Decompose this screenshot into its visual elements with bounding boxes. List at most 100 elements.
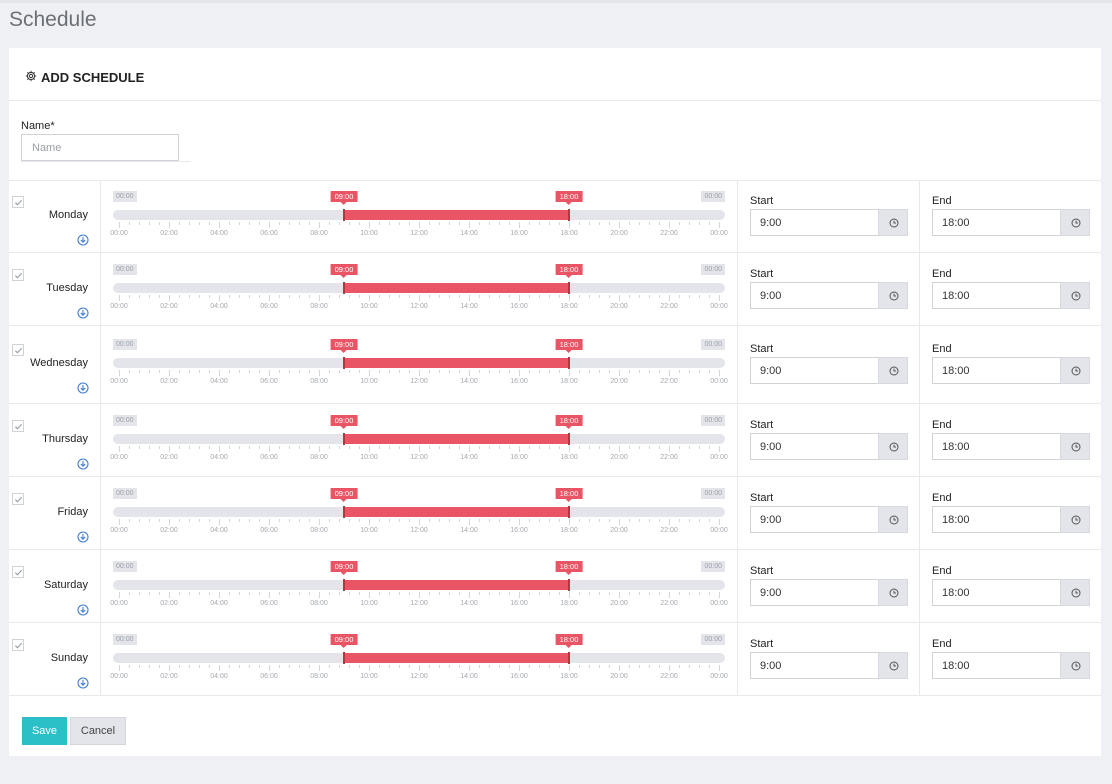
copy-down-icon[interactable] [77, 457, 89, 470]
axis-label: 08:00 [310, 600, 328, 607]
axis-tick [569, 592, 570, 598]
start-handle[interactable] [343, 506, 345, 518]
time-range-slider[interactable]: 00:00 00:00 09:00 18:00 00:00 02:00 04:00 06:00… [110, 634, 728, 686]
end-handle-label: 18:00 [555, 634, 583, 648]
column-divider [919, 477, 920, 549]
end-time-picker-button[interactable] [1060, 506, 1090, 533]
end-handle[interactable] [568, 282, 570, 294]
axis-tick [159, 370, 160, 373]
start-time-picker-button[interactable] [878, 282, 908, 309]
day-checkbox[interactable] [12, 566, 24, 578]
day-checkbox[interactable] [12, 639, 24, 651]
axis-tick [199, 592, 200, 595]
axis-tick [239, 222, 240, 225]
end-time-picker-button[interactable] [1060, 652, 1090, 679]
start-time-input[interactable] [750, 506, 878, 533]
axis-tick [599, 519, 600, 522]
end-handle[interactable] [568, 579, 570, 591]
end-handle[interactable] [568, 433, 570, 445]
end-time-picker-button[interactable] [1060, 282, 1090, 309]
end-time-picker-button[interactable] [1060, 357, 1090, 384]
end-time-picker-button[interactable] [1060, 579, 1090, 606]
start-time-picker-button[interactable] [878, 209, 908, 236]
end-time-input[interactable] [932, 209, 1060, 236]
copy-down-icon[interactable] [77, 676, 89, 689]
axis-tick [369, 370, 370, 376]
start-label: Start [750, 268, 774, 280]
end-time-input[interactable] [932, 579, 1060, 606]
end-handle[interactable] [568, 209, 570, 221]
axis-tick [559, 295, 560, 298]
start-handle[interactable] [343, 282, 345, 294]
start-handle[interactable] [343, 652, 345, 664]
save-button[interactable]: Save [22, 717, 67, 745]
start-time-picker-button[interactable] [878, 652, 908, 679]
start-handle[interactable] [343, 357, 345, 369]
name-input[interactable] [21, 134, 179, 161]
axis-tick [349, 295, 350, 298]
axis-tick [209, 222, 210, 225]
axis-tick [239, 295, 240, 298]
start-handle[interactable] [343, 209, 345, 221]
axis-tick [179, 592, 180, 595]
time-range-slider[interactable]: 00:00 00:00 09:00 18:00 00:00 02:00 04:00 06:00… [110, 191, 728, 243]
time-range-slider[interactable]: 00:00 00:00 09:00 18:00 00:00 02:00 04:00 06:00… [110, 339, 728, 391]
start-time-picker-button[interactable] [878, 433, 908, 460]
axis-tick [389, 295, 390, 298]
day-checkbox[interactable] [12, 493, 24, 505]
axis-label: 04:00 [210, 378, 228, 385]
end-time-input[interactable] [932, 357, 1060, 384]
start-time-input[interactable] [750, 282, 878, 309]
end-handle[interactable] [568, 506, 570, 518]
start-time-input[interactable] [750, 652, 878, 679]
start-time-picker-button[interactable] [878, 506, 908, 533]
time-range-slider[interactable]: 00:00 00:00 09:00 18:00 00:00 02:00 04:00 06:00… [110, 264, 728, 316]
axis-tick [349, 665, 350, 668]
axis-tick [329, 446, 330, 449]
axis-tick [419, 592, 420, 598]
axis-tick [609, 592, 610, 595]
start-handle[interactable] [343, 579, 345, 591]
end-time-picker-button[interactable] [1060, 433, 1090, 460]
copy-down-icon[interactable] [77, 530, 89, 543]
start-time-picker-button[interactable] [878, 579, 908, 606]
end-time-picker-button[interactable] [1060, 209, 1090, 236]
start-time-input[interactable] [750, 579, 878, 606]
copy-down-icon[interactable] [77, 381, 89, 394]
axis-tick [489, 665, 490, 668]
start-time-picker-button[interactable] [878, 357, 908, 384]
axis-tick [699, 519, 700, 522]
axis-tick [319, 222, 320, 228]
axis-tick [289, 222, 290, 225]
copy-down-icon[interactable] [77, 233, 89, 246]
day-checkbox[interactable] [12, 196, 24, 208]
axis-tick [579, 519, 580, 522]
axis-label: 14:00 [460, 303, 478, 310]
end-handle[interactable] [568, 357, 570, 369]
day-checkbox[interactable] [12, 269, 24, 281]
end-time-input[interactable] [932, 282, 1060, 309]
day-checkbox[interactable] [12, 344, 24, 356]
start-handle[interactable] [343, 433, 345, 445]
time-range-slider[interactable]: 00:00 00:00 09:00 18:00 00:00 02:00 04:00 06:00… [110, 488, 728, 540]
axis-tick [619, 592, 620, 598]
axis-tick [569, 370, 570, 376]
axis-tick [509, 370, 510, 373]
end-time-input[interactable] [932, 652, 1060, 679]
axis-tick [219, 370, 220, 376]
end-time-input[interactable] [932, 506, 1060, 533]
column-divider [737, 404, 738, 476]
end-time-input[interactable] [932, 433, 1060, 460]
start-time-input[interactable] [750, 433, 878, 460]
time-range-slider[interactable]: 00:00 00:00 09:00 18:00 00:00 02:00 04:00 06:00… [110, 415, 728, 467]
start-time-input[interactable] [750, 209, 878, 236]
day-checkbox[interactable] [12, 420, 24, 432]
start-time-input[interactable] [750, 357, 878, 384]
copy-down-icon[interactable] [77, 306, 89, 319]
end-handle[interactable] [568, 652, 570, 664]
copy-down-icon[interactable] [77, 603, 89, 616]
axis-tick [489, 446, 490, 449]
axis-tick [129, 370, 130, 373]
cancel-button[interactable]: Cancel [70, 717, 126, 745]
time-range-slider[interactable]: 00:00 00:00 09:00 18:00 00:00 02:00 04:00 06:00… [110, 561, 728, 613]
